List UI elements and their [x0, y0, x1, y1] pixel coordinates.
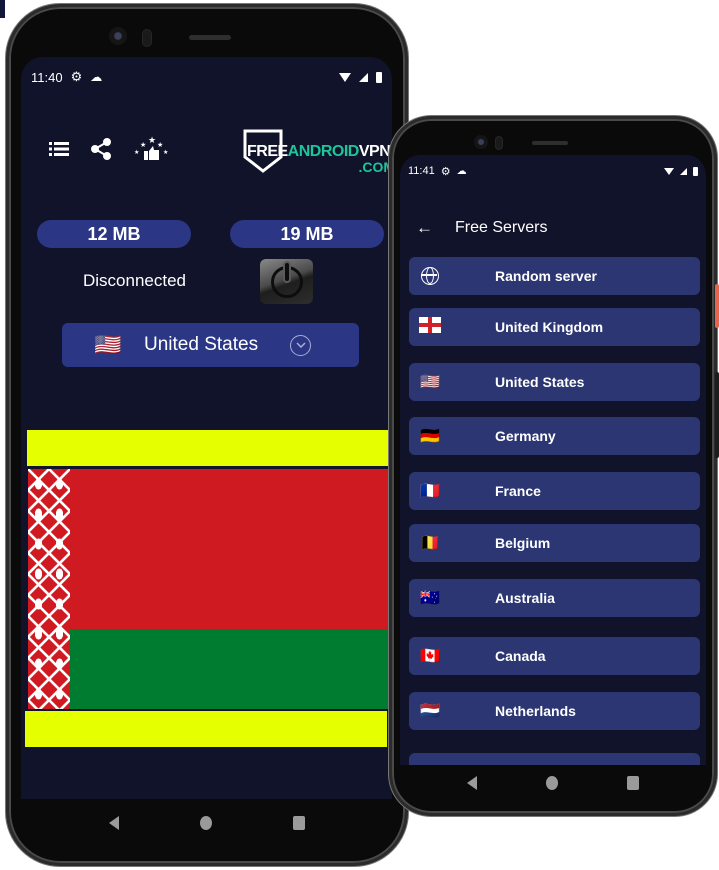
france-flag-icon: 🇫🇷 [420, 483, 440, 500]
server-item-belgium[interactable]: 🇧🇪 Belgium [409, 524, 700, 562]
main-screen: 11:40 ⚙ ☁ ★ ★ ★ ★ ★ FREEANDROIDVPN .COM … [21, 57, 392, 799]
proximity-sensor [495, 136, 503, 150]
flag-green-band [70, 629, 388, 709]
svg-text:★: ★ [148, 135, 156, 145]
phone-main-screen: 11:40 ⚙ ☁ ★ ★ ★ ★ ★ FREEANDROIDVPN .COM … [6, 4, 408, 866]
belarus-flag-image [28, 469, 388, 709]
svg-text:★: ★ [140, 141, 146, 149]
download-stat: 12 MB [37, 220, 191, 248]
flag-ornament [28, 469, 70, 709]
server-name: Canada [495, 648, 546, 664]
gear-icon: ⚙ [70, 69, 83, 84]
svg-text:★: ★ [163, 149, 168, 156]
banner-bottom-bar [25, 711, 387, 747]
front-camera [474, 135, 488, 149]
cloud-icon: ☁ [456, 165, 467, 177]
rate-app-icon[interactable]: ★ ★ ★ ★ ★ [133, 135, 169, 167]
menu-list-icon[interactable] [49, 141, 69, 161]
battery-icon [376, 71, 382, 83]
server-name: Germany [495, 428, 556, 444]
chevron-down-icon [290, 334, 312, 356]
server-name: United States [495, 374, 585, 390]
server-name: Australia [495, 590, 555, 606]
nav-home-icon[interactable] [545, 776, 558, 790]
app-bar: ← Free Servers [400, 213, 706, 243]
server-item-united-states[interactable]: 🇺🇸 United States [409, 363, 700, 401]
status-time: 11:40 [31, 69, 63, 85]
proximity-sensor [142, 29, 152, 47]
banner-top-bar [27, 430, 389, 466]
server-item-netherlands[interactable]: 🇳🇱 Netherlands [409, 692, 700, 730]
toolbar: ★ ★ ★ ★ ★ [49, 135, 169, 167]
earpiece-speaker [189, 35, 231, 40]
share-icon[interactable] [91, 138, 111, 164]
server-name: United Kingdom [495, 319, 604, 335]
server-item-random[interactable]: Random server [409, 257, 700, 295]
navigation-bar [9, 803, 405, 843]
power-side-button [715, 284, 719, 328]
ad-banner[interactable] [25, 430, 389, 747]
servers-screen: 11:41 ⚙ ☁ ← Free Servers Random server U… [400, 155, 706, 765]
nav-recents-icon[interactable] [627, 776, 640, 790]
germany-flag-icon: 🇩🇪 [420, 428, 440, 445]
page-title: Free Servers [455, 219, 548, 236]
uk-flag-icon [418, 316, 442, 338]
corner-mark [0, 0, 5, 18]
server-item-germany[interactable]: 🇩🇪 Germany [409, 417, 700, 455]
connection-status: Disconnected [83, 271, 187, 290]
server-item-united-kingdom[interactable]: United Kingdom [409, 308, 700, 346]
server-item-canada[interactable]: 🇨🇦 Canada [409, 637, 700, 675]
volume-side-button [715, 372, 719, 458]
australia-flag-icon: 🇦🇺 [420, 590, 440, 607]
selected-country: United States [144, 334, 259, 355]
wifi-icon [664, 167, 674, 175]
upload-stat: 19 MB [230, 220, 384, 248]
server-item-australia[interactable]: 🇦🇺 Australia [409, 579, 700, 617]
logo-free-text: FREE [247, 143, 288, 160]
navigation-bar [392, 765, 714, 801]
wifi-icon [339, 72, 351, 82]
server-item-partial[interactable] [409, 753, 700, 765]
power-icon [270, 262, 303, 298]
flag-red-band [70, 469, 388, 629]
server-name: Random server [495, 268, 597, 284]
us-flag-icon: 🇺🇸 [94, 332, 122, 357]
nav-home-icon[interactable] [199, 816, 212, 830]
belgium-flag-icon: 🇧🇪 [420, 535, 440, 552]
back-arrow-icon[interactable]: ← [416, 218, 433, 238]
gear-icon: ⚙ [440, 165, 451, 178]
netherlands-flag-icon: 🇳🇱 [420, 703, 440, 720]
brand-logo: FREEANDROIDVPN .COM [243, 129, 392, 175]
status-time: 11:41 [408, 165, 435, 177]
nav-back-icon[interactable] [109, 816, 120, 830]
cloud-icon: ☁ [90, 70, 103, 84]
canada-flag-icon: 🇨🇦 [420, 648, 440, 665]
logo-com-text: .COM [358, 159, 392, 175]
country-selector[interactable]: 🇺🇸 United States [62, 323, 359, 367]
server-name: Netherlands [495, 703, 576, 719]
status-bar: 11:40 ⚙ ☁ [21, 57, 392, 97]
phone-servers-screen: 11:41 ⚙ ☁ ← Free Servers Random server U… [389, 116, 717, 816]
earpiece-speaker [532, 141, 568, 145]
globe-icon [421, 267, 439, 285]
server-name: Belgium [495, 535, 551, 551]
nav-recents-icon[interactable] [292, 816, 305, 830]
server-item-france[interactable]: 🇫🇷 France [409, 472, 700, 510]
logo-android-text: ANDROID [287, 143, 360, 160]
us-flag-icon: 🇺🇸 [420, 374, 440, 391]
svg-text:★: ★ [134, 149, 139, 156]
battery-icon [693, 166, 698, 176]
signal-icon [359, 72, 368, 82]
status-bar: 11:41 ⚙ ☁ [400, 155, 706, 187]
svg-text:★: ★ [157, 141, 163, 149]
nav-back-icon[interactable] [466, 776, 477, 790]
signal-icon [680, 167, 687, 175]
connect-power-button[interactable] [260, 259, 313, 304]
front-camera [109, 27, 127, 45]
logo-vpn-text: VPN [358, 143, 391, 160]
server-name: France [495, 483, 541, 499]
